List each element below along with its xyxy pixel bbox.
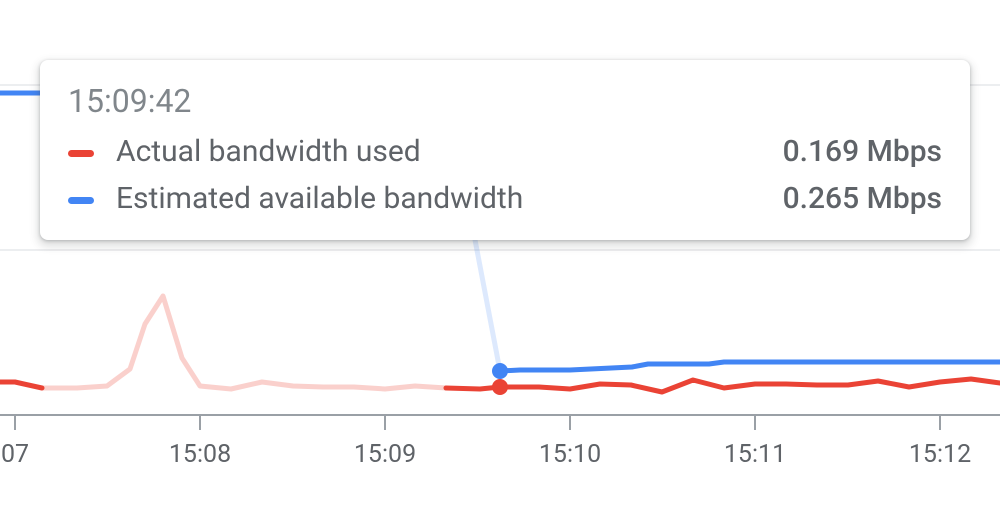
x-tick-label: 15:10 [539,440,601,469]
tooltip-value-estimated: 0.265 Mbps [783,181,942,216]
legend-swatch-estimated [68,197,94,204]
tooltip-label-estimated: Estimated available bandwidth [116,181,523,216]
x-tick-label: 15:11 [724,440,786,469]
x-tick-label: 15:08 [169,440,231,469]
hover-dot-actual [492,379,508,395]
x-tick-label: 15:12 [909,440,971,469]
chart-tooltip: 15:09:42 Actual bandwidth used 0.169 Mbp… [40,60,970,240]
tooltip-time: 15:09:42 [68,82,942,120]
hover-dot-estimated [492,363,508,379]
bandwidth-chart[interactable]: 07 15:08 15:09 15:10 15:11 15:12 15:09:4… [0,0,1000,526]
x-tick-label: 15:09 [354,440,416,469]
tooltip-row-estimated: Estimated available bandwidth 0.265 Mbps [68,181,942,216]
tooltip-row-actual: Actual bandwidth used 0.169 Mbps [68,134,942,169]
x-ticks [15,415,940,430]
tooltip-label-actual: Actual bandwidth used [116,134,421,169]
x-tick-label: 07 [1,440,29,469]
legend-swatch-actual [68,150,94,157]
tooltip-value-actual: 0.169 Mbps [783,134,942,169]
x-labels: 07 15:08 15:09 15:10 15:11 15:12 [1,440,971,469]
